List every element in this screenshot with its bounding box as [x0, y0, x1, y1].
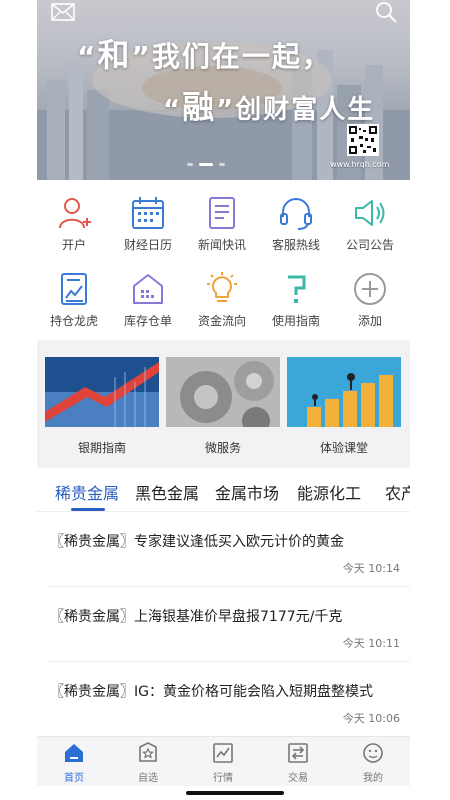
tab-energy-chemicals[interactable]: 能源化工 — [297, 480, 361, 504]
gears-image — [166, 357, 280, 435]
question-icon — [288, 275, 306, 303]
grid-item-news[interactable]: 新闻快讯 — [185, 190, 259, 260]
carousel-indicator — [187, 163, 225, 166]
grid-item-hotline[interactable]: 客服热线 — [259, 190, 333, 260]
search-icon[interactable] — [374, 0, 398, 24]
profile-icon — [363, 743, 383, 763]
app-screen: “和”我们在一起， “融”创财富人生 www.hrqh.com 开户 财经日历 … — [37, 0, 410, 800]
grid-item-fund-flow[interactable]: 资金流向 — [185, 266, 259, 336]
tab-agriculture[interactable]: 农产 — [385, 480, 410, 504]
chart-document-icon — [61, 273, 87, 305]
grid-item-guide[interactable]: 使用指南 — [259, 266, 333, 336]
feature-cards: 银期指南 微服务 体验课堂 — [37, 340, 410, 468]
tab-precious-metals[interactable]: 稀贵金属 — [55, 480, 119, 504]
bank-futures-image — [45, 357, 159, 427]
banner-slogan-line1: “和”我们在一起， — [77, 36, 332, 74]
grid-item-warehouse[interactable]: 库存仓单 — [111, 266, 185, 336]
nav-trade[interactable]: 交易 — [273, 741, 323, 784]
feature-card-micro-service[interactable]: 微服务 — [166, 357, 280, 465]
grid-item-positions[interactable]: 持仓龙虎 — [37, 266, 111, 336]
megaphone-icon — [355, 200, 385, 226]
active-tab-indicator — [71, 508, 105, 511]
nav-profile[interactable]: 我的 — [348, 741, 398, 784]
feature-card-bank-futures[interactable]: 银期指南 — [45, 357, 159, 465]
bottom-navigation: 首页 自选 行情 交易 我的 — [37, 736, 410, 786]
news-item[interactable]: 〖稀贵金属〗IG：黄金价格可能会陷入短期盘整模式 今天 10:06 — [37, 662, 410, 737]
banner-slogan-line2: “融”创财富人生 — [163, 88, 376, 126]
nav-home[interactable]: 首页 — [49, 741, 99, 784]
trade-icon — [288, 743, 308, 763]
grid-item-announcements[interactable]: 公司公告 — [333, 190, 407, 260]
tab-metal-market[interactable]: 金属市场 — [215, 480, 279, 504]
news-item[interactable]: 〖稀贵金属〗专家建议逢低买入欧元计价的黄金 今天 10:14 — [37, 512, 410, 587]
warehouse-icon — [133, 274, 163, 304]
plus-circle-icon — [354, 273, 386, 305]
home-icon — [65, 744, 83, 762]
market-chart-icon — [213, 743, 233, 763]
news-item[interactable]: 〖稀贵金属〗上海银基准价早盘报7177元/千克 今天 10:11 — [37, 587, 410, 662]
quick-access-grid: 开户 财经日历 新闻快讯 客服热线 公司公告 持仓龙虎 库存仓单 资金流向 使用… — [37, 190, 410, 340]
nav-favorites[interactable]: 自选 — [123, 741, 173, 784]
lightbulb-icon — [207, 272, 237, 302]
home-indicator[interactable] — [186, 791, 284, 795]
tab-ferrous-metals[interactable]: 黑色金属 — [135, 480, 199, 504]
coin-stairs-image — [287, 357, 401, 427]
favorites-icon — [139, 742, 157, 762]
promo-banner[interactable]: “和”我们在一起， “融”创财富人生 www.hrqh.com — [37, 0, 410, 180]
newspaper-icon — [209, 197, 235, 229]
mail-icon[interactable] — [51, 3, 75, 21]
headset-icon — [280, 198, 312, 230]
left-margin — [0, 0, 37, 800]
category-tabs: 稀贵金属 黑色金属 金属市场 能源化工 农产 — [37, 468, 410, 512]
grid-item-add[interactable]: 添加 — [333, 266, 407, 336]
add-user-icon — [59, 198, 91, 229]
right-margin — [410, 0, 450, 800]
banner-url: www.hrqh.com — [330, 160, 390, 169]
news-list: 〖稀贵金属〗专家建议逢低买入欧元计价的黄金 今天 10:14 〖稀贵金属〗上海银… — [37, 512, 410, 736]
qr-code-image — [347, 124, 379, 156]
grid-item-open-account[interactable]: 开户 — [37, 190, 111, 260]
feature-card-classroom[interactable]: 体验课堂 — [287, 357, 401, 465]
grid-item-calendar[interactable]: 财经日历 — [111, 190, 185, 260]
nav-market[interactable]: 行情 — [198, 741, 248, 784]
calendar-icon — [132, 197, 164, 229]
